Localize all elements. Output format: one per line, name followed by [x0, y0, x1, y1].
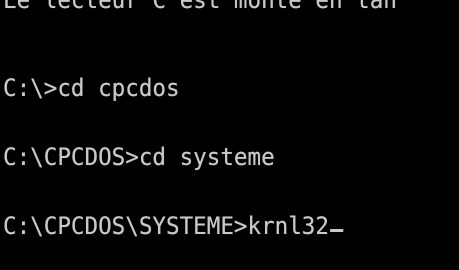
console-line-mount-message: Le lecteur C est monte en tan — [3, 0, 397, 14]
dos-console[interactable]: Le lecteur C est monte en tan C:\>cd cpc… — [0, 0, 459, 270]
console-line-cd-cpcdos: C:\>cd cpcdos — [3, 74, 180, 102]
console-prompt-line[interactable]: C:\CPCDOS\SYSTEME>krnl32 — [3, 212, 344, 240]
console-line-cd-systeme: C:\CPCDOS>cd systeme — [3, 143, 275, 171]
console-current-input[interactable]: C:\CPCDOS\SYSTEME>krnl32 — [3, 212, 329, 240]
text-cursor — [329, 229, 344, 232]
